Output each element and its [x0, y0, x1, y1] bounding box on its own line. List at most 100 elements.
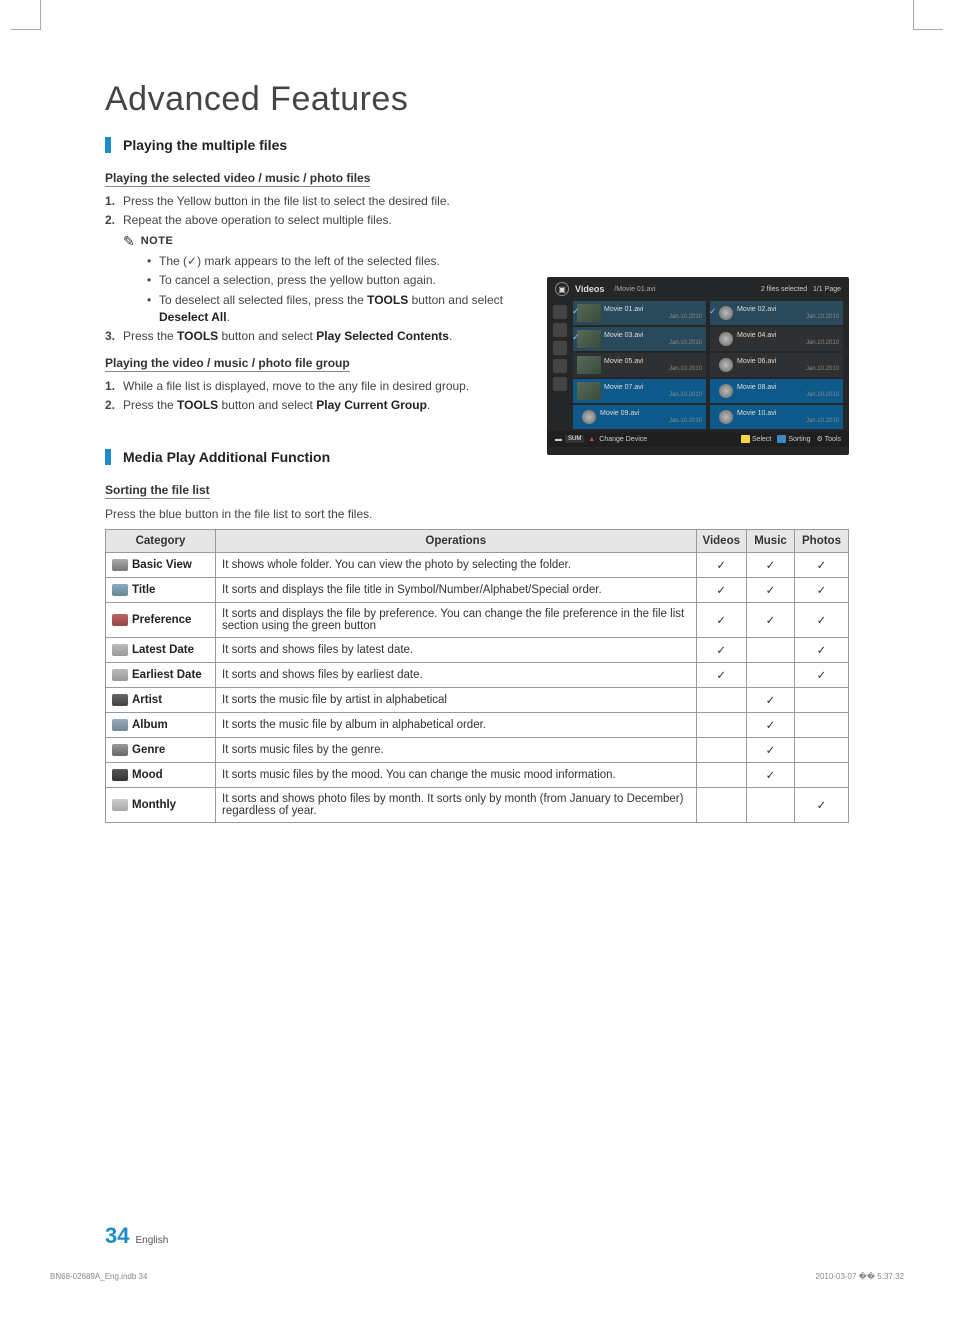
cell-photos: ✓	[795, 637, 849, 662]
step-number: 3.	[105, 328, 123, 345]
file-date: Jan.10.2010	[604, 314, 702, 320]
group-step-2: 2. Press the TOOLS button and select Pla…	[105, 397, 525, 414]
category-icon	[112, 719, 128, 731]
note-row: ✎ NOTE	[123, 233, 525, 250]
file-item[interactable]: Movie 05.aviJan.10.2010	[573, 353, 706, 377]
section-marker-icon	[105, 137, 111, 153]
file-text: Movie 10.aviJan.10.2010	[737, 410, 839, 424]
t: TOOLS	[367, 293, 408, 307]
file-item[interactable]: Movie 07.aviJan.10.2010	[573, 379, 706, 403]
cell-category: Preference	[106, 602, 216, 637]
cell-music: ✓	[747, 712, 795, 737]
cell-category: Monthly	[106, 787, 216, 822]
category-icon	[112, 644, 128, 656]
file-date: Jan.10.2010	[604, 340, 702, 346]
tools-label: Tools	[825, 436, 841, 443]
file-item[interactable]: Movie 09.aviJan.10.2010	[573, 405, 706, 429]
cell-videos: ✓	[696, 552, 747, 577]
a-button-icon: ▲	[588, 436, 595, 443]
screenshot-header: ▣ Videos /Movie 01.avi 2 files selected …	[547, 277, 849, 299]
thumbnail	[577, 356, 601, 374]
table-row: TitleIt sorts and displays the file titl…	[106, 577, 849, 602]
table-row: MonthlyIt sorts and shows photo files by…	[106, 787, 849, 822]
t: .	[227, 310, 230, 324]
cell-videos: ✓	[696, 577, 747, 602]
step-text: Press the Yellow button in the file list…	[123, 193, 450, 210]
cell-operation: It sorts and shows files by latest date.	[216, 637, 697, 662]
cell-operation: It sorts the music file by album in alph…	[216, 712, 697, 737]
cell-operation: It sorts and shows files by earliest dat…	[216, 662, 697, 687]
device-icon: ▬	[555, 436, 562, 443]
t: button and select	[218, 398, 316, 412]
note-text: The (✓) mark appears to the left of the …	[159, 253, 440, 270]
thumbnail	[577, 330, 601, 348]
t: TOOLS	[177, 329, 218, 343]
file-date: Jan.10.2010	[737, 366, 839, 372]
sorting-label: Sorting	[788, 436, 810, 443]
t: Press the	[123, 398, 177, 412]
cell-operation: It sorts and displays the file title in …	[216, 577, 697, 602]
file-item[interactable]: ✓ Movie 02.aviJan.10.2010	[710, 301, 843, 325]
device-label: SUM	[565, 435, 584, 443]
file-text: Movie 04.aviJan.10.2010	[737, 332, 839, 346]
t: Press the	[123, 329, 177, 343]
footline-left: BN68-02689A_Eng.indb 34	[50, 1272, 147, 1281]
file-item[interactable]: Movie 04.aviJan.10.2010	[710, 327, 843, 351]
sorting-intro: Press the blue button in the file list t…	[105, 507, 849, 521]
file-name: Movie 08.avi	[737, 384, 839, 391]
step-text: While a file list is displayed, move to …	[123, 378, 469, 395]
note-icon: ✎	[123, 233, 135, 250]
cell-videos: ✓	[696, 662, 747, 687]
step-number: 1.	[105, 378, 123, 395]
path-label: /Movie 01.avi	[614, 286, 655, 293]
cell-music	[747, 787, 795, 822]
t: Deselect All	[159, 310, 227, 324]
file-item[interactable]: Movie 08.aviJan.10.2010	[710, 379, 843, 403]
file-date: Jan.10.2010	[737, 314, 839, 320]
table-row: Latest DateIt sorts and shows files by l…	[106, 637, 849, 662]
step-3: 3. Press the TOOLS button and select Pla…	[105, 328, 525, 345]
file-name: Movie 09.avi	[600, 410, 702, 417]
section-heading: Playing the multiple files	[123, 137, 287, 153]
file-date: Jan.10.2010	[604, 392, 702, 398]
cell-music: ✓	[747, 552, 795, 577]
file-grid: ✓Movie 01.aviJan.10.2010✓Movie 02.aviJan…	[569, 301, 843, 429]
check-icon: ✓	[709, 306, 717, 317]
note-bullets: •The (✓) mark appears to the left of the…	[147, 253, 525, 327]
category-icon	[112, 559, 128, 571]
cell-operation: It sorts music files by the mood. You ca…	[216, 762, 697, 787]
file-name: Movie 02.avi	[737, 306, 839, 313]
table-header-row: Category Operations Videos Music Photos	[106, 529, 849, 552]
file-item[interactable]: ✓Movie 03.aviJan.10.2010	[573, 327, 706, 351]
files-selected: 2 files selected	[761, 286, 807, 293]
file-name: Movie 05.avi	[604, 358, 702, 365]
cell-category: Genre	[106, 737, 216, 762]
category-icon	[112, 584, 128, 596]
category-icon	[112, 799, 128, 811]
cell-photos	[795, 762, 849, 787]
cell-category: Earliest Date	[106, 662, 216, 687]
file-item[interactable]: Movie 06.aviJan.10.2010	[710, 353, 843, 377]
th-videos: Videos	[696, 529, 747, 552]
table-row: Earliest DateIt sorts and shows files by…	[106, 662, 849, 687]
cell-photos: ✓	[795, 602, 849, 637]
cell-category: Basic View	[106, 552, 216, 577]
screenshot-body: ✓Movie 01.aviJan.10.2010✓Movie 02.aviJan…	[547, 299, 849, 429]
th-photos: Photos	[795, 529, 849, 552]
cell-photos	[795, 737, 849, 762]
side-icon	[553, 305, 567, 319]
cell-videos	[696, 762, 747, 787]
cell-photos: ✓	[795, 577, 849, 602]
file-item[interactable]: ✓Movie 01.aviJan.10.2010	[573, 301, 706, 325]
cell-operation: It sorts and shows photo files by month.…	[216, 787, 697, 822]
category-icon	[112, 744, 128, 756]
category-icon	[112, 614, 128, 626]
crop-mark-tr	[913, 0, 914, 30]
side-icon	[553, 377, 567, 391]
cell-music	[747, 637, 795, 662]
t: button and select	[408, 293, 503, 307]
cell-videos: ✓	[696, 637, 747, 662]
file-item[interactable]: Movie 10.aviJan.10.2010	[710, 405, 843, 429]
film-icon	[719, 332, 733, 346]
th-category: Category	[106, 529, 216, 552]
